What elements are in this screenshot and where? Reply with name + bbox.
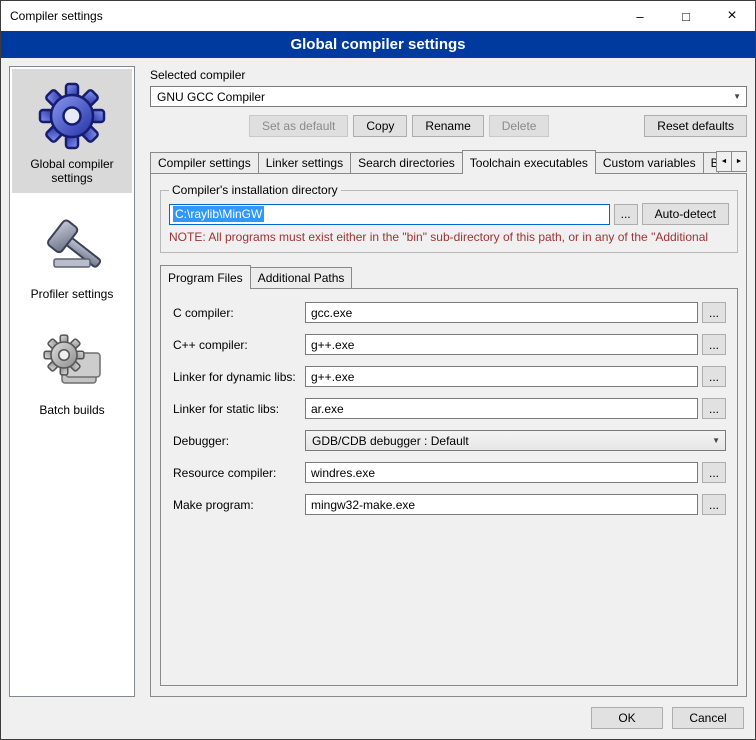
dynamic-linker-row: Linker for dynamic libs: ... [173,366,726,387]
c-compiler-label: C compiler: [173,306,305,320]
debugger-row: Debugger: GDB/CDB debugger : Default ▼ [173,430,726,451]
subtab-program-files[interactable]: Program Files [160,265,251,289]
compiler-select-value: GNU GCC Compiler [157,90,265,104]
page-title: Global compiler settings [1,31,755,58]
sidebar-item-global-compiler-settings[interactable]: Global compiler settings [12,69,132,193]
gear-blue-icon [36,79,108,151]
dynamic-linker-label: Linker for dynamic libs: [173,370,305,384]
toolchain-executables-page: Compiler's installation directory C:\ray… [150,173,747,697]
minimize-icon: – [636,9,643,24]
program-files-page: C compiler: ... C++ compiler: ... [160,288,738,686]
static-linker-row: Linker for static libs: ... [173,398,726,419]
make-program-input[interactable] [305,494,698,515]
dynamic-linker-input[interactable] [305,366,698,387]
tab-scroll-right-icon[interactable]: ► [731,151,747,172]
debugger-label: Debugger: [173,434,305,448]
installation-directory-input[interactable]: C:\raylib\MinGW [169,204,610,225]
cancel-button[interactable]: Cancel [672,707,744,729]
browse-directory-button[interactable]: ... [614,204,638,225]
sidebar-item-profiler-settings[interactable]: Profiler settings [12,199,132,309]
rename-button[interactable]: Rename [412,115,483,137]
debugger-select-value: GDB/CDB debugger : Default [312,434,469,448]
chevron-down-icon: ▼ [712,431,720,450]
make-program-browse-button[interactable]: ... [702,494,726,515]
sidebar-item-label: Profiler settings [31,287,114,301]
cpp-compiler-label: C++ compiler: [173,338,305,352]
maximize-icon: □ [682,9,690,24]
cpp-compiler-input[interactable] [305,334,698,355]
resource-compiler-row: Resource compiler: ... [173,462,726,483]
dialog-content: Global compiler settings Profiler set [1,58,755,697]
static-linker-browse-button[interactable]: ... [702,398,726,419]
program-files-tabstrip: Program Files Additional Paths [160,265,738,288]
batch-builds-icon [36,325,108,397]
tab-linker-settings[interactable]: Linker settings [258,152,351,173]
tab-scroll-left-icon[interactable]: ◄ [716,151,732,172]
delete-button: Delete [489,115,550,137]
dynamic-linker-browse-button[interactable]: ... [702,366,726,387]
settings-tabstrip: Compiler settings Linker settings Search… [150,150,747,173]
window-title: Compiler settings [1,9,103,23]
make-program-row: Make program: ... [173,494,726,515]
sidebar-item-label: Global compiler settings [14,157,130,185]
settings-sidebar: Global compiler settings Profiler set [9,66,135,697]
sidebar-item-batch-builds[interactable]: Batch builds [12,315,132,425]
resource-compiler-browse-button[interactable]: ... [702,462,726,483]
tab-custom-variables[interactable]: Custom variables [595,152,704,173]
maximize-button[interactable]: □ [663,1,709,31]
c-compiler-row: C compiler: ... [173,302,726,323]
minimize-button[interactable]: – [617,1,663,31]
resource-compiler-input[interactable] [305,462,698,483]
cpp-compiler-row: C++ compiler: ... [173,334,726,355]
resource-compiler-label: Resource compiler: [173,466,305,480]
dialog-footer: OK Cancel [1,697,755,739]
c-compiler-browse-button[interactable]: ... [702,302,726,323]
compiler-settings-dialog: Compiler settings – □ × Global compiler … [0,0,756,740]
sidebar-item-label: Batch builds [39,403,104,417]
tab-search-directories[interactable]: Search directories [350,152,463,173]
installation-directory-legend: Compiler's installation directory [169,183,341,197]
profiler-tool-icon [36,209,108,281]
installation-note: NOTE: All programs must exist either in … [169,230,729,244]
installation-directory-group: Compiler's installation directory C:\ray… [160,183,738,253]
static-linker-input[interactable] [305,398,698,419]
close-icon: × [727,7,736,25]
selected-compiler-label: Selected compiler [150,68,747,82]
set-as-default-button: Set as default [249,115,348,137]
debugger-select[interactable]: GDB/CDB debugger : Default ▼ [305,430,726,451]
chevron-down-icon: ▼ [733,87,741,106]
main-panel: Selected compiler GNU GCC Compiler ▼ Set… [150,66,747,697]
installation-directory-row: C:\raylib\MinGW ... Auto-detect [169,203,729,225]
compiler-select[interactable]: GNU GCC Compiler ▼ [150,86,747,107]
tab-toolchain-executables[interactable]: Toolchain executables [462,150,596,174]
subtab-additional-paths[interactable]: Additional Paths [250,267,353,288]
make-program-label: Make program: [173,498,305,512]
copy-button[interactable]: Copy [353,115,407,137]
cpp-compiler-browse-button[interactable]: ... [702,334,726,355]
tab-compiler-settings[interactable]: Compiler settings [150,152,259,173]
reset-defaults-button[interactable]: Reset defaults [644,115,747,137]
tab-scroll-buttons: ◄ ► [717,151,747,172]
installation-directory-value: C:\raylib\MinGW [173,206,264,222]
static-linker-label: Linker for static libs: [173,402,305,416]
titlebar: Compiler settings – □ × [1,1,755,31]
auto-detect-button[interactable]: Auto-detect [642,203,729,225]
compiler-buttons-row: Set as default Copy Rename Delete Reset … [150,115,747,137]
c-compiler-input[interactable] [305,302,698,323]
close-button[interactable]: × [709,1,755,31]
ok-button[interactable]: OK [591,707,663,729]
